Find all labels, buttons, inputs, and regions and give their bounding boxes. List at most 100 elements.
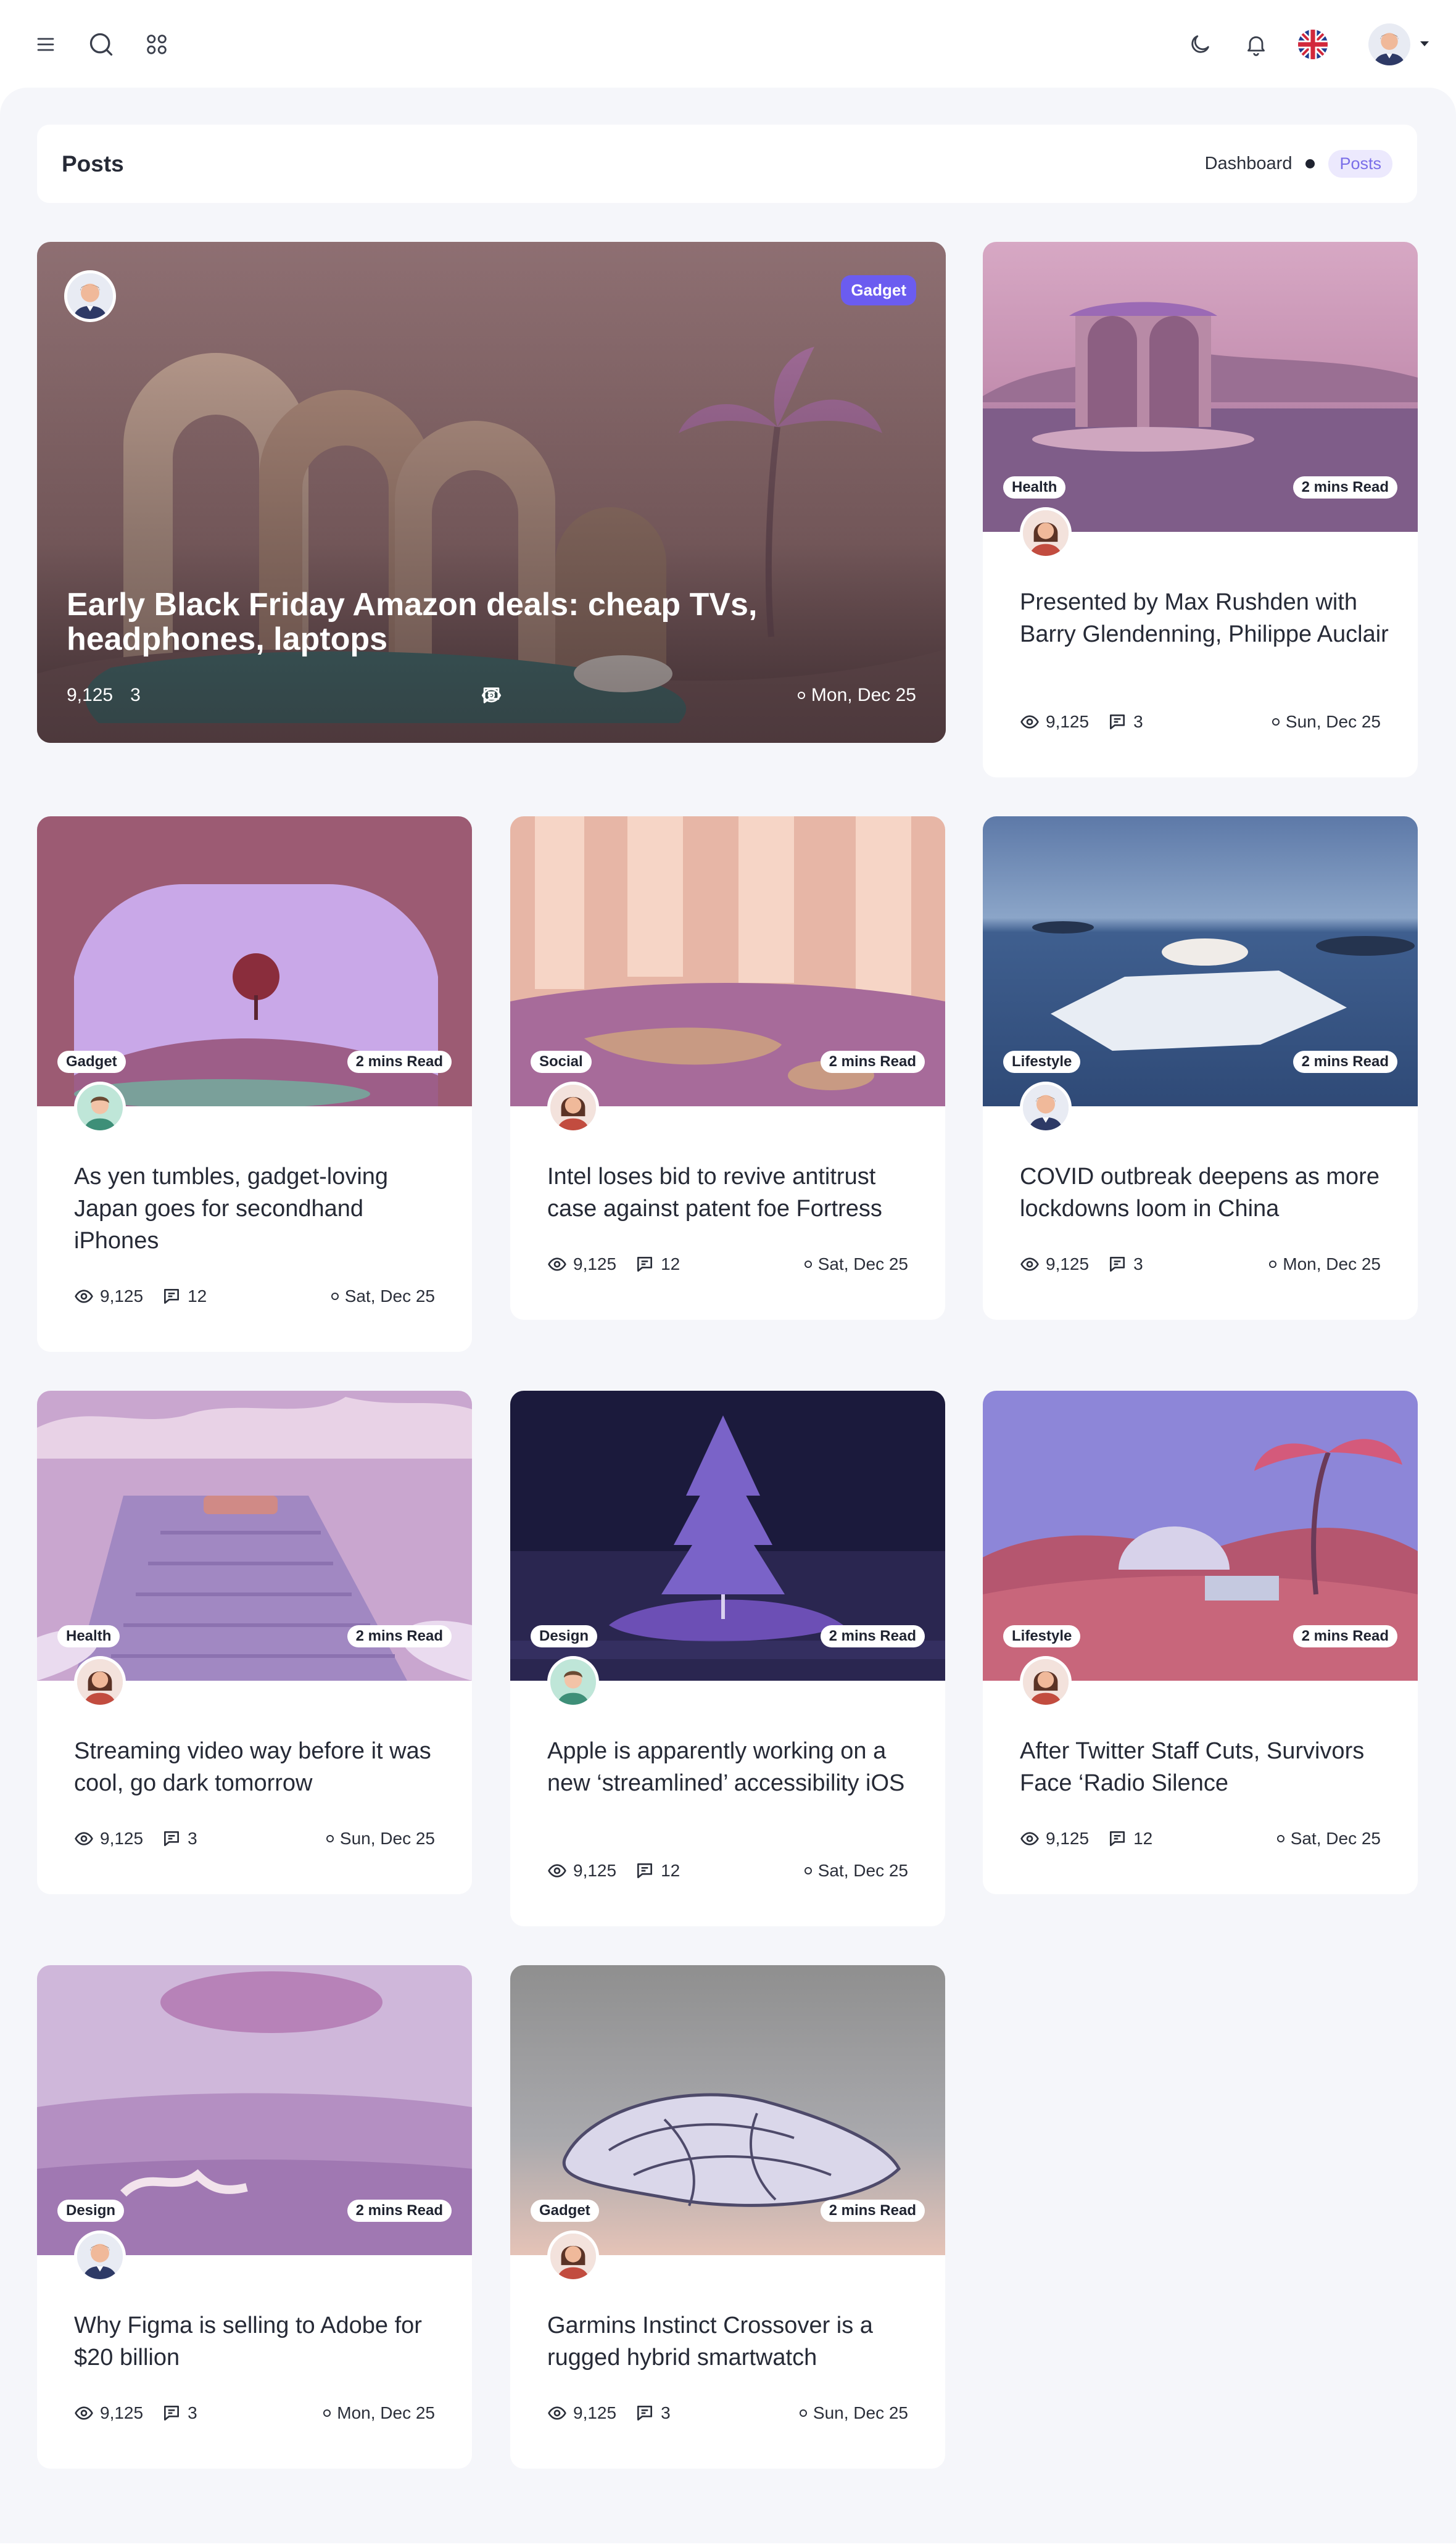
view-count: 9,125 xyxy=(100,2403,144,2422)
eye-icon xyxy=(74,1829,94,1849)
featured-post[interactable]: Gadget Early Black Friday Amazon deals: … xyxy=(37,242,946,743)
featured-image xyxy=(37,242,946,743)
post-card[interactable]: Lifestyle 2 mins Read After Twitter Staf… xyxy=(983,1391,1418,1894)
clock-icon xyxy=(1272,718,1280,726)
clock-icon xyxy=(1276,1835,1284,1842)
author-avatar[interactable] xyxy=(74,1656,126,1708)
breadcrumb-dashboard[interactable]: Dashboard xyxy=(1205,154,1293,174)
post-title[interactable]: Why Figma is selling to Adobe for $20 bi… xyxy=(74,2309,444,2374)
category-badge[interactable]: Health xyxy=(1003,476,1066,499)
post-date: Sat, Dec 25 xyxy=(817,1861,908,1880)
post-card[interactable]: Design 2 mins Read Apple is apparently w… xyxy=(510,1391,945,1926)
eye-icon xyxy=(74,1286,94,1306)
eye-icon xyxy=(547,2403,567,2423)
post-card[interactable]: Lifestyle 2 mins Read COVID outbreak dee… xyxy=(983,816,1418,1320)
breadcrumb-current: Posts xyxy=(1328,150,1392,178)
post-meta: 9,125 12 Sat, Dec 25 xyxy=(1020,1829,1381,1849)
post-title[interactable]: COVID outbreak deepens as more lockdowns… xyxy=(1020,1161,1390,1225)
top-bar xyxy=(0,0,1456,88)
post-title[interactable]: Presented by Max Rushden with Barry Glen… xyxy=(1020,586,1390,650)
view-count: 9,125 xyxy=(573,1254,617,1274)
comment-icon xyxy=(1107,712,1127,732)
clock-icon xyxy=(799,2409,807,2417)
category-badge[interactable]: Health xyxy=(57,1625,120,1647)
comment-icon xyxy=(67,685,916,706)
featured-title[interactable]: Early Black Friday Amazon deals: cheap T… xyxy=(67,587,930,656)
post-card[interactable]: Gadget 2 mins Read Garmins Instinct Cros… xyxy=(510,1965,945,2469)
category-badge[interactable]: Lifestyle xyxy=(1003,1051,1081,1073)
uk-flag-icon[interactable] xyxy=(1298,30,1328,59)
post-title[interactable]: Streaming video way before it was cool, … xyxy=(74,1735,444,1799)
page-title: Posts xyxy=(62,151,124,176)
post-date: Sun, Dec 25 xyxy=(1285,712,1381,731)
comment-count: 12 xyxy=(188,1286,207,1306)
post-card[interactable]: Health 2 mins Read Presented by Max Rush… xyxy=(983,242,1418,777)
author-avatar[interactable] xyxy=(547,1082,599,1133)
category-badge[interactable]: Design xyxy=(57,2200,125,2222)
view-count: 9,125 xyxy=(573,1861,617,1880)
post-meta: 9,125 3 Sun, Dec 25 xyxy=(74,1829,435,1849)
view-count: 9,125 xyxy=(1046,712,1090,731)
comment-count: 12 xyxy=(661,1254,680,1274)
moon-icon[interactable] xyxy=(1181,26,1218,63)
read-time-badge: 2 mins Read xyxy=(347,2200,452,2222)
apps-icon[interactable] xyxy=(138,26,175,63)
author-avatar[interactable] xyxy=(64,270,116,322)
post-title[interactable]: Garmins Instinct Crossover is a rugged h… xyxy=(547,2309,917,2374)
author-avatar[interactable] xyxy=(547,2230,599,2282)
post-meta: 9,125 12 Sat, Dec 25 xyxy=(547,1861,908,1881)
comment-icon xyxy=(162,1829,181,1849)
post-card[interactable]: Health 2 mins Read Streaming video way b… xyxy=(37,1391,472,1894)
category-badge[interactable]: Gadget xyxy=(531,2200,599,2222)
post-card[interactable]: Design 2 mins Read Why Figma is selling … xyxy=(37,1965,472,2469)
comment-icon xyxy=(162,2403,181,2423)
post-title[interactable]: As yen tumbles, gadget-loving Japan goes… xyxy=(74,1161,444,1257)
eye-icon xyxy=(547,1254,567,1274)
category-badge[interactable]: Gadget xyxy=(841,275,916,305)
eye-icon xyxy=(1020,712,1040,732)
clock-icon xyxy=(804,1867,812,1874)
comment-count: 3 xyxy=(661,2403,671,2422)
author-avatar[interactable] xyxy=(1020,1082,1072,1133)
post-meta: 9,125 3 Sun, Dec 25 xyxy=(547,2403,908,2423)
author-avatar[interactable] xyxy=(547,1656,599,1708)
user-avatar[interactable] xyxy=(1368,23,1410,65)
post-date: Sat, Dec 25 xyxy=(1290,1829,1381,1848)
post-title[interactable]: After Twitter Staff Cuts, Survivors Face… xyxy=(1020,1735,1390,1799)
category-badge[interactable]: Social xyxy=(531,1051,592,1073)
read-time-badge: 2 mins Read xyxy=(1293,476,1397,499)
category-badge[interactable]: Gadget xyxy=(57,1051,126,1073)
category-badge[interactable]: Lifestyle xyxy=(1003,1625,1081,1647)
author-avatar[interactable] xyxy=(74,2230,126,2282)
author-avatar[interactable] xyxy=(1020,1656,1072,1708)
comment-icon xyxy=(635,1254,655,1274)
comment-icon xyxy=(162,1286,181,1306)
search-icon[interactable] xyxy=(83,26,120,63)
comment-icon xyxy=(1107,1254,1127,1274)
post-meta: 9,125 3 Mon, Dec 25 xyxy=(67,685,916,706)
post-date: Sun, Dec 25 xyxy=(339,1829,435,1848)
read-time-badge: 2 mins Read xyxy=(820,1051,925,1073)
post-date: Sat, Dec 25 xyxy=(344,1286,435,1306)
category-badge[interactable]: Design xyxy=(531,1625,598,1647)
page-header: Posts Dashboard Posts xyxy=(37,125,1417,203)
menu-icon[interactable] xyxy=(27,26,64,63)
read-time-badge: 2 mins Read xyxy=(347,1051,452,1073)
post-card[interactable]: Gadget 2 mins Read As yen tumbles, gadge… xyxy=(37,816,472,1352)
comment-count: 12 xyxy=(661,1861,680,1880)
post-card[interactable]: Social 2 mins Read Intel loses bid to re… xyxy=(510,816,945,1320)
post-date: Mon, Dec 25 xyxy=(1283,1254,1381,1274)
author-avatar[interactable] xyxy=(1020,507,1072,559)
read-time-badge: 2 mins Read xyxy=(1293,1051,1397,1073)
eye-icon xyxy=(547,1861,567,1881)
caret-down-icon[interactable] xyxy=(1419,39,1430,51)
post-date: Sat, Dec 25 xyxy=(817,1254,908,1274)
post-title[interactable]: Intel loses bid to revive antitrust case… xyxy=(547,1161,917,1225)
view-count: 9,125 xyxy=(1046,1254,1090,1274)
author-avatar[interactable] xyxy=(74,1082,126,1133)
clock-icon xyxy=(331,1293,339,1300)
post-title[interactable]: Apple is apparently working on a new ‘st… xyxy=(547,1735,917,1799)
clock-icon xyxy=(326,1835,334,1842)
bell-icon[interactable] xyxy=(1238,26,1275,63)
read-time-badge: 2 mins Read xyxy=(820,2200,925,2222)
